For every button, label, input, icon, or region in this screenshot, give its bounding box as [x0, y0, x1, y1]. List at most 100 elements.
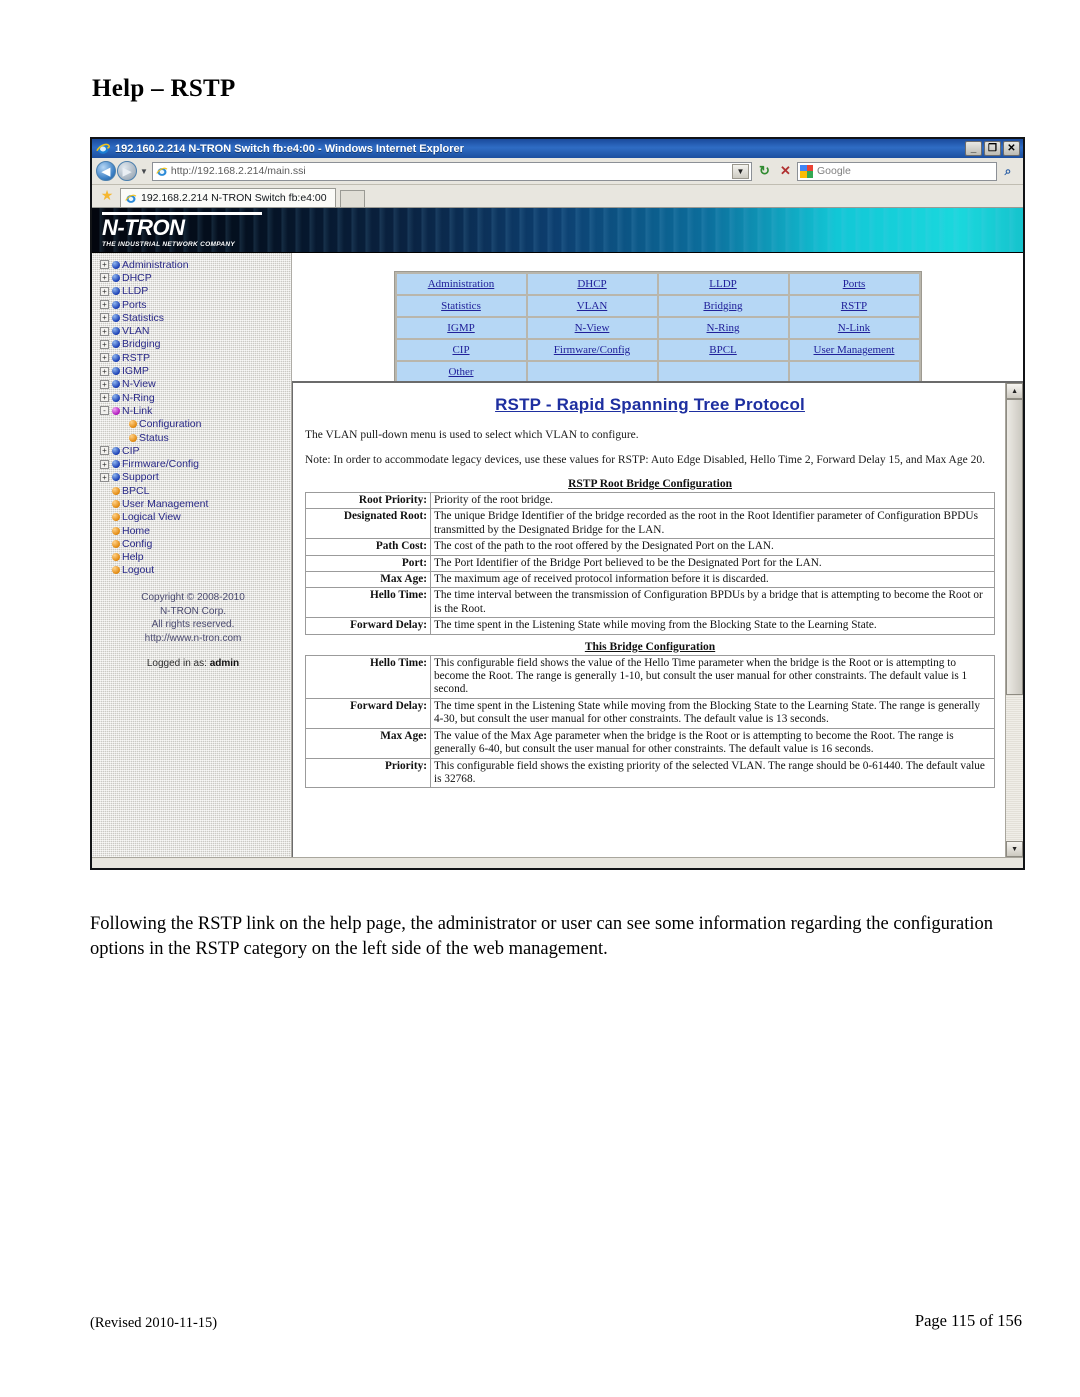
back-button[interactable]: ◀ — [96, 161, 116, 181]
stop-icon[interactable]: ✕ — [776, 162, 795, 181]
expand-icon[interactable]: + — [100, 393, 109, 403]
help-link-cip[interactable]: CIP — [452, 344, 469, 356]
sidebar-item-logout[interactable]: Logout — [100, 564, 291, 577]
expand-icon[interactable]: + — [100, 472, 109, 482]
expand-icon[interactable]: + — [100, 366, 109, 376]
tree-bullet-icon — [112, 353, 120, 362]
sidebar-item-igmp[interactable]: + IGMP — [100, 364, 291, 377]
expand-icon[interactable]: + — [100, 313, 109, 323]
expand-icon[interactable]: + — [100, 446, 109, 456]
sidebar-item-label: N-View — [122, 378, 156, 391]
sidebar-item-label: Help — [122, 551, 144, 564]
help-link-n-view[interactable]: N-View — [575, 322, 610, 334]
sidebar-navigation: + Administration + DHCP + LLDP + Ports + Statisti… — [92, 253, 292, 857]
expand-icon[interactable]: + — [100, 286, 109, 296]
sidebar-item-home[interactable]: Home — [100, 524, 291, 537]
help-paragraph-0: The VLAN pull-down menu is used to selec… — [305, 429, 639, 441]
table-row: Designated Root: The unique Bridge Identi… — [305, 508, 996, 540]
sidebar-item-ports[interactable]: + Ports — [100, 298, 291, 311]
sidebar-item-rstp[interactable]: + RSTP — [100, 351, 291, 364]
help-link-administration[interactable]: Administration — [428, 278, 495, 290]
address-url-text: http://192.168.2.214/main.ssi — [170, 165, 306, 177]
new-tab-button[interactable] — [339, 190, 365, 207]
search-input[interactable]: Google — [797, 161, 997, 181]
help-link-n-ring[interactable]: N-Ring — [707, 322, 740, 334]
sidebar-item-statistics[interactable]: + Statistics — [100, 311, 291, 324]
sidebar-item-n-link[interactable]: - N-Link — [100, 404, 291, 417]
expand-icon[interactable]: + — [100, 353, 109, 363]
help-link-bridging[interactable]: Bridging — [703, 300, 742, 312]
sidebar-item-logical-view[interactable]: Logical View — [100, 511, 291, 524]
sidebar-item-user-management[interactable]: User Management — [100, 497, 291, 510]
document-footer-revision: (Revised 2010-11-15) — [90, 1315, 218, 1331]
table-row: Hello Time: The time interval between the… — [305, 587, 996, 619]
help-link-rstp[interactable]: RSTP — [841, 300, 867, 312]
scrollbar-thumb[interactable] — [1006, 399, 1023, 695]
sidebar-item-administration[interactable]: + Administration — [100, 258, 291, 271]
logged-in-label: Logged in as: — [146, 658, 207, 670]
sidebar-item-config[interactable]: Config — [100, 537, 291, 550]
maximize-button[interactable]: ❐ — [984, 141, 1001, 156]
expand-icon[interactable]: + — [100, 326, 109, 336]
help-link-n-link[interactable]: N-Link — [838, 322, 870, 334]
minimize-button[interactable]: _ — [965, 141, 982, 156]
expand-icon[interactable]: + — [100, 260, 109, 270]
sidebar-item-n-view[interactable]: + N-View — [100, 378, 291, 391]
sidebar-item-lldp[interactable]: + LLDP — [100, 285, 291, 298]
tree-spacer-icon — [117, 420, 126, 429]
help-index-cell: BPCL — [658, 340, 788, 360]
expand-icon[interactable]: + — [100, 273, 109, 283]
help-link-user-management[interactable]: User Management — [814, 344, 895, 356]
expand-icon[interactable]: + — [100, 300, 109, 310]
collapse-icon[interactable]: - — [100, 406, 109, 416]
root-bridge-param-description: The time spent in the Listening State wh… — [429, 617, 996, 635]
logged-in-status: Logged in as: admin — [100, 658, 286, 669]
help-link-bpcl[interactable]: BPCL — [709, 344, 737, 356]
sidebar-item-dhcp[interactable]: + DHCP — [100, 271, 291, 284]
root-bridge-param-description: The Port Identifier of the Bridge Port b… — [429, 554, 996, 573]
help-link-ports[interactable]: Ports — [843, 278, 866, 290]
scroll-down-button[interactable]: ▼ — [1006, 841, 1023, 857]
favorites-icon[interactable]: ★ — [97, 186, 117, 206]
table-row: IGMP N-View N-Ring N-Link — [396, 318, 919, 338]
refresh-icon[interactable]: ↻ — [755, 162, 774, 181]
help-link-igmp[interactable]: IGMP — [447, 322, 475, 334]
close-button[interactable]: ✕ — [1003, 141, 1020, 156]
help-link-lldp[interactable]: LLDP — [709, 278, 737, 290]
sidebar-item-firmware-config[interactable]: + Firmware/Config — [100, 457, 291, 470]
address-bar[interactable]: http://192.168.2.214/main.ssi ▼ — [151, 161, 752, 181]
sidebar-item-vlan[interactable]: + VLAN — [100, 324, 291, 337]
copyright-line-3[interactable]: http://www.n-tron.com — [100, 632, 286, 646]
sidebar-item-bridging[interactable]: + Bridging — [100, 338, 291, 351]
expand-icon[interactable]: + — [100, 379, 109, 389]
help-index-cell: N-Ring — [658, 318, 788, 338]
scrollbar-track[interactable] — [1006, 399, 1023, 841]
sidebar-item-status[interactable]: Status — [100, 431, 291, 444]
sidebar-item-support[interactable]: + Support — [100, 471, 291, 484]
sidebar-item-configuration[interactable]: Configuration — [100, 418, 291, 431]
forward-button[interactable]: ▶ — [117, 161, 137, 181]
root-bridge-param-description: The cost of the path to the root offered… — [429, 538, 996, 556]
tree-spacer-icon — [117, 433, 126, 442]
browser-tab[interactable]: 192.168.2.214 N-TRON Switch fb:e4:00 — [120, 188, 336, 207]
tree-bullet-icon — [112, 553, 120, 562]
help-frame-scrollbar[interactable]: ▲ ▼ — [1005, 383, 1023, 857]
address-dropdown-button[interactable]: ▼ — [732, 163, 749, 179]
help-index-cell: Statistics — [396, 296, 526, 316]
expand-icon[interactable]: + — [100, 339, 109, 349]
help-link-other[interactable]: Other — [448, 366, 473, 378]
sidebar-item-cip[interactable]: + CIP — [100, 444, 291, 457]
help-link-vlan[interactable]: VLAN — [577, 300, 608, 312]
root-bridge-param-description: The maximum age of received protocol inf… — [429, 571, 996, 589]
expand-icon[interactable]: + — [100, 459, 109, 469]
help-link-statistics[interactable]: Statistics — [441, 300, 481, 312]
tree-bullet-icon — [112, 313, 120, 322]
sidebar-item-help[interactable]: Help — [100, 551, 291, 564]
help-link-dhcp[interactable]: DHCP — [577, 278, 606, 290]
help-link-firmware-config[interactable]: Firmware/Config — [554, 344, 630, 356]
search-icon[interactable]: ⌕ — [997, 162, 1019, 181]
history-dropdown-icon[interactable]: ▼ — [140, 167, 148, 176]
scroll-up-button[interactable]: ▲ — [1006, 383, 1023, 399]
sidebar-item-bpcl[interactable]: BPCL — [100, 484, 291, 497]
sidebar-item-n-ring[interactable]: + N-Ring — [100, 391, 291, 404]
